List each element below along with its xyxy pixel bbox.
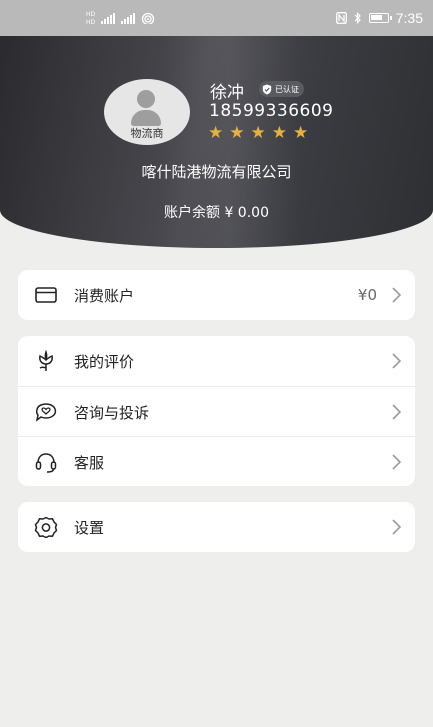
star-icon: ★ <box>250 123 266 143</box>
hd-badge: HD HD <box>86 11 95 26</box>
headset-icon <box>35 453 57 473</box>
balance-label: 账户余额 <box>164 205 220 221</box>
hd-label: HD <box>86 10 96 18</box>
battery-icon <box>368 13 392 23</box>
settings-card: 设置 <box>18 502 415 552</box>
status-right: 7:35 <box>335 8 423 28</box>
wallet-icon <box>35 287 57 303</box>
nfc-icon <box>335 12 347 24</box>
verified-label: 已认证 <box>275 84 299 94</box>
star-icon: ★ <box>293 123 309 143</box>
chevron-right-icon <box>392 454 402 470</box>
support-card: 我的评价 咨询与投诉 客服 <box>18 336 415 486</box>
avatar-person-icon <box>137 90 155 108</box>
chevron-right-icon <box>392 287 402 303</box>
signal-icon <box>101 12 116 24</box>
chat-heart-icon <box>35 403 57 422</box>
phone-number: 18599336609 <box>209 101 334 121</box>
shield-check-icon <box>262 84 272 94</box>
menu-item-service[interactable]: 客服 <box>18 436 415 486</box>
status-bar: HD HD 7:35 <box>0 0 433 36</box>
verified-badge: 已认证 <box>259 81 304 97</box>
star-icon: ★ <box>208 123 224 143</box>
menu-item-complaint[interactable]: 咨询与投诉 <box>18 386 415 436</box>
gear-icon <box>34 516 58 538</box>
hd-label: HD <box>86 18 96 26</box>
chevron-right-icon <box>392 404 402 420</box>
company-name: 喀什陆港物流有限公司 <box>141 163 292 181</box>
chevron-right-icon <box>392 353 402 369</box>
account-card: 消费账户 ¥0 <box>18 270 415 320</box>
star-icon: ★ <box>229 123 245 143</box>
menu-item-label: 客服 <box>74 454 105 472</box>
flower-icon <box>39 350 53 371</box>
menu-item-reviews[interactable]: 我的评价 <box>18 336 415 386</box>
user-name: 徐冲 <box>210 83 244 103</box>
avatar-person-body <box>131 110 161 126</box>
chevron-right-icon <box>392 519 402 535</box>
balance-value: ¥ 0.00 <box>224 205 269 221</box>
wifi-icon <box>141 12 155 24</box>
star-icon: ★ <box>271 123 287 143</box>
menu-item-label: 消费账户 <box>74 287 135 305</box>
profile-header: 物流商 徐冲 已认证 18599336609 ★ ★ ★ ★ ★ 喀什陆港物流有… <box>0 36 433 248</box>
menu-item-label: 设置 <box>74 519 105 537</box>
avatar-role-label: 物流商 <box>130 127 164 140</box>
status-time: 7:35 <box>395 10 423 26</box>
account-balance: 账户余额 ¥ 0.00 <box>0 202 433 222</box>
account-value: ¥0 <box>357 286 377 304</box>
menu-item-account[interactable]: 消费账户 ¥0 <box>18 270 415 320</box>
avatar[interactable]: 物流商 <box>104 79 190 145</box>
star-rating: ★ ★ ★ ★ ★ <box>208 123 308 143</box>
bluetooth-icon <box>354 12 361 24</box>
signal-icon <box>121 12 136 24</box>
menu-item-label: 我的评价 <box>74 353 135 371</box>
status-left: HD HD <box>86 8 155 28</box>
menu-item-settings[interactable]: 设置 <box>18 502 415 552</box>
menu-item-label: 咨询与投诉 <box>74 404 150 422</box>
